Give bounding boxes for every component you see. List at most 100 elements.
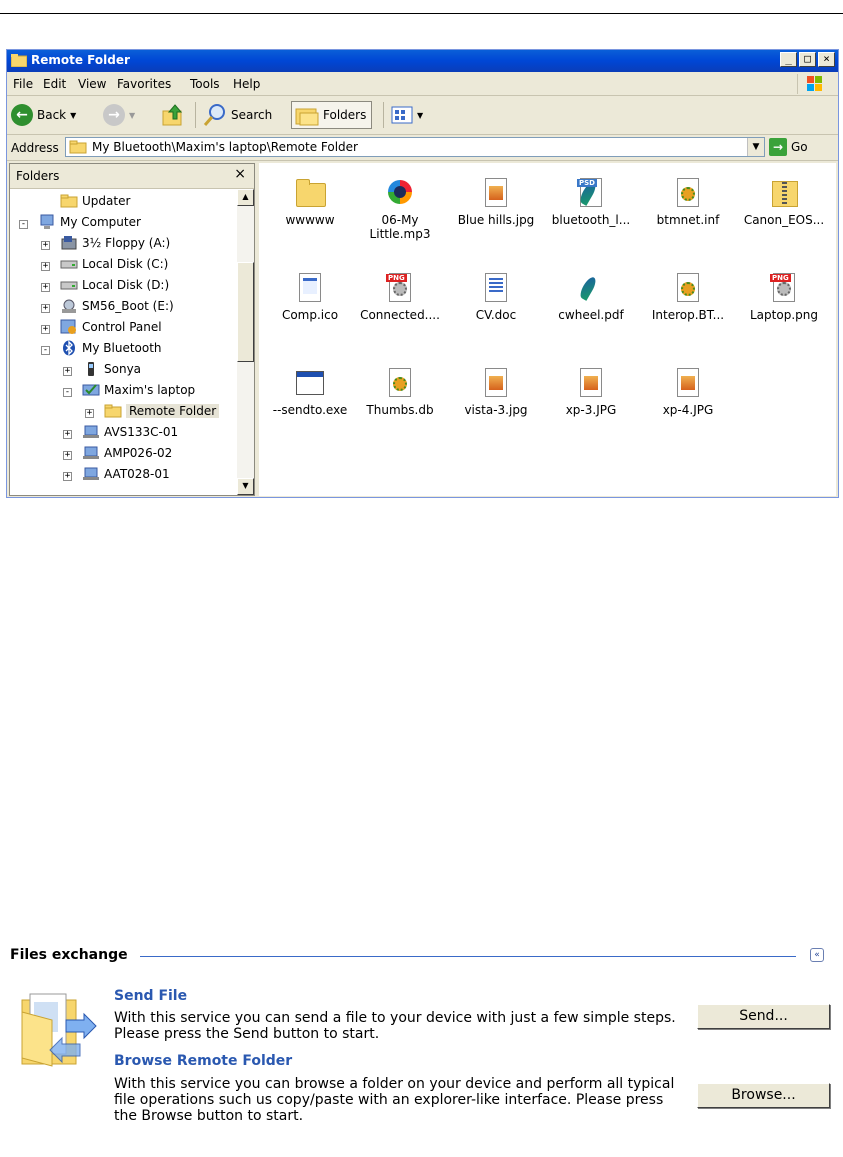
file-item[interactable]: Canon_EOS...: [739, 177, 829, 227]
scroll-thumb[interactable]: [237, 262, 254, 362]
search-icon: [203, 104, 225, 126]
file-item[interactable]: CV.doc: [451, 272, 541, 322]
tree-item-avs133c-01[interactable]: AVS133C-01: [82, 422, 178, 442]
image-file-icon: [480, 367, 512, 399]
file-name: cwheel.pdf: [558, 308, 624, 322]
tree-item-floppy[interactable]: 3½ Floppy (A:): [60, 233, 170, 253]
tree-item-my-bluetooth[interactable]: My Bluetooth: [60, 338, 162, 358]
send-file-heading: Send File: [114, 988, 188, 1004]
expand-toggle[interactable]: +: [41, 325, 50, 334]
hard-drive-icon: [60, 281, 78, 290]
browse-button[interactable]: Browse...: [697, 1083, 830, 1108]
collapse-toggle[interactable]: -: [19, 220, 28, 229]
file-transfer-icon: [21, 993, 97, 1067]
expand-toggle[interactable]: +: [63, 430, 72, 439]
menu-favorites[interactable]: Favorites: [117, 77, 171, 91]
maximize-button[interactable]: □: [799, 52, 816, 67]
tree-item-aat028-01[interactable]: AAT028-01: [82, 464, 170, 484]
tree-item-sonya[interactable]: Sonya: [82, 359, 141, 379]
file-item[interactable]: xp-4.JPG: [643, 367, 733, 417]
menu-view[interactable]: View: [78, 77, 106, 91]
tree-item-my-computer[interactable]: My Computer: [38, 212, 141, 232]
expand-toggle[interactable]: +: [41, 304, 50, 313]
send-button[interactable]: Send...: [697, 1004, 830, 1029]
tree-item-updater[interactable]: Updater: [60, 191, 130, 211]
close-icon[interactable]: ×: [234, 166, 246, 182]
file-item[interactable]: Interop.BT...: [643, 272, 733, 322]
expand-toggle[interactable]: +: [63, 367, 72, 376]
title-bar[interactable]: Remote Folder _ □ ×: [7, 50, 838, 72]
menu-help[interactable]: Help: [233, 77, 260, 91]
file-item[interactable]: Blue hills.jpg: [451, 177, 541, 227]
toolbar: ← Back ▼ → ▼ Search Folders ▼: [7, 96, 838, 135]
go-button[interactable]: → Go: [769, 138, 808, 156]
tree-item-control-panel[interactable]: Control Panel: [60, 317, 162, 337]
close-button[interactable]: ×: [818, 52, 835, 67]
up-folder-button[interactable]: [161, 101, 185, 129]
back-button[interactable]: ← Back ▼: [11, 101, 76, 129]
views-button[interactable]: ▼: [391, 101, 423, 129]
file-name: vista-3.jpg: [464, 403, 528, 417]
tree-item-remote-folder[interactable]: Remote Folder: [104, 401, 220, 421]
image-file-icon: [480, 177, 512, 209]
file-item[interactable]: PSD bluetooth_l...: [546, 177, 636, 227]
file-name: Canon_EOS...: [743, 213, 825, 227]
send-file-description: With this service you can send a file to…: [114, 1010, 676, 1042]
menu-tools[interactable]: Tools: [190, 77, 220, 91]
menu-edit[interactable]: Edit: [43, 77, 66, 91]
file-item[interactable]: PNG Laptop.png: [739, 272, 829, 322]
collapse-toggle[interactable]: -: [63, 388, 72, 397]
computer-icon: [40, 214, 54, 229]
dll-file-icon: [672, 272, 704, 304]
file-item[interactable]: xp-3.JPG: [546, 367, 636, 417]
file-item[interactable]: Comp.ico: [265, 272, 355, 322]
expand-toggle[interactable]: +: [63, 451, 72, 460]
file-item[interactable]: btmnet.inf: [643, 177, 733, 227]
file-name: xp-3.JPG: [565, 403, 617, 417]
file-name: Laptop.png: [750, 308, 818, 322]
laptop-icon: [83, 446, 99, 459]
collapse-toggle[interactable]: -: [41, 346, 50, 355]
go-label: Go: [791, 140, 808, 154]
address-dropdown-button[interactable]: ▼: [747, 138, 764, 156]
address-input[interactable]: My Bluetooth\Maxim's laptop\Remote Folde…: [65, 137, 765, 157]
section-divider: [140, 956, 796, 957]
png-file-icon: PNG: [768, 272, 800, 304]
collapse-chevron-icon[interactable]: «: [810, 948, 824, 962]
toolbar-separator: [383, 102, 384, 128]
forward-button[interactable]: → ▼: [103, 101, 135, 129]
image-file-icon: [672, 367, 704, 399]
file-item[interactable]: PNG Connected....: [355, 272, 445, 322]
tree-item-maxims-laptop[interactable]: Maxim's laptop: [82, 380, 195, 400]
expand-toggle[interactable]: +: [41, 241, 50, 250]
search-label: Search: [231, 108, 273, 122]
browse-remote-folder-description: With this service you can browse a folde…: [114, 1076, 675, 1124]
file-item[interactable]: vista-3.jpg: [451, 367, 541, 417]
scroll-up-button[interactable]: ▲: [237, 189, 254, 206]
tree-label: My Bluetooth: [82, 341, 162, 355]
tree-item-amp026-02[interactable]: AMP026-02: [82, 443, 172, 463]
folders-pane-title: Folders: [16, 169, 60, 183]
file-item[interactable]: Thumbs.db: [355, 367, 445, 417]
phone-icon: [88, 362, 94, 376]
tree-item-local-disk-c[interactable]: Local Disk (C:): [60, 254, 168, 274]
file-item[interactable]: wwwww: [265, 177, 355, 227]
folders-scrollbar[interactable]: ▲ ▼: [237, 189, 254, 495]
up-folder-icon: [162, 104, 183, 126]
file-item[interactable]: cwheel.pdf: [546, 272, 636, 322]
folders-button[interactable]: Folders: [291, 101, 373, 129]
minimize-button[interactable]: _: [780, 52, 797, 67]
tree-item-sm56-boot[interactable]: SM56_Boot (E:): [60, 296, 174, 316]
search-button[interactable]: Search: [203, 101, 272, 129]
menu-file[interactable]: File: [13, 77, 33, 91]
expand-toggle[interactable]: +: [85, 409, 94, 418]
file-item[interactable]: 06-My Little.mp3: [355, 177, 445, 241]
expand-toggle[interactable]: +: [41, 283, 50, 292]
file-item[interactable]: --sendto.exe: [265, 367, 355, 417]
file-name: --sendto.exe: [272, 403, 348, 417]
expand-toggle[interactable]: +: [63, 472, 72, 481]
scroll-down-button[interactable]: ▼: [237, 478, 254, 495]
tree-item-local-disk-d[interactable]: Local Disk (D:): [60, 275, 169, 295]
application-icon: [294, 367, 326, 399]
expand-toggle[interactable]: +: [41, 262, 50, 271]
